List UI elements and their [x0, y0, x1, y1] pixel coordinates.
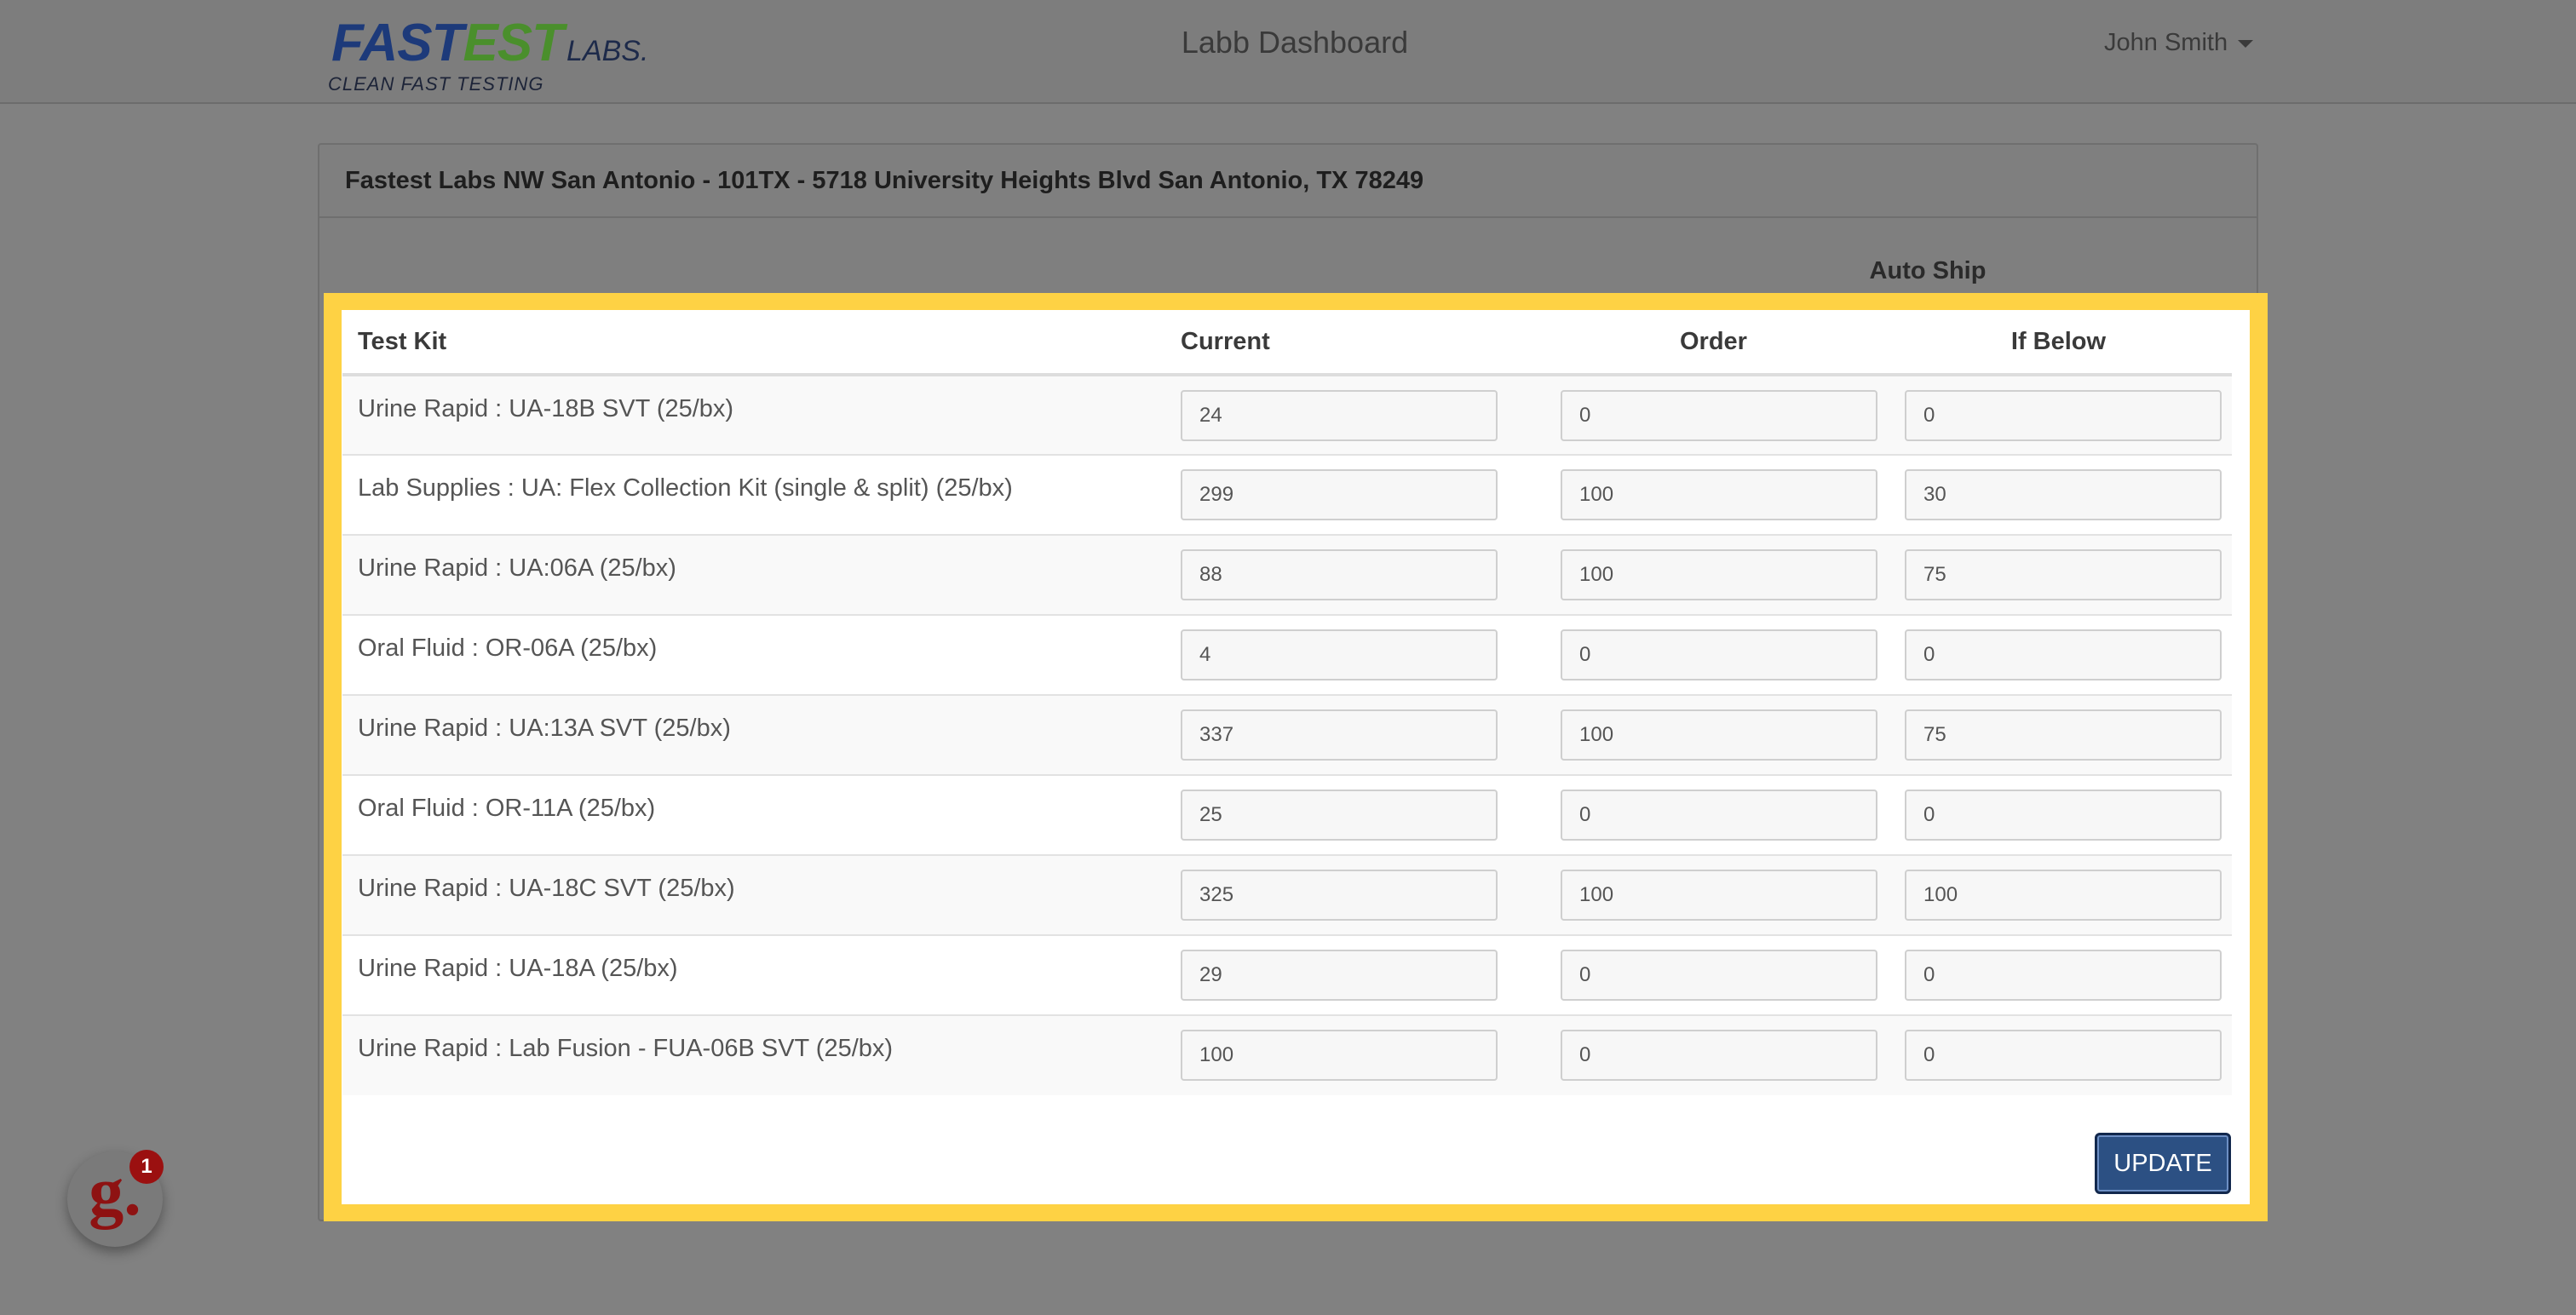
top-navbar: FASTEST LABS. CLEAN FAST TESTING Labb Das… — [0, 0, 2576, 104]
header-test-kit: Test Kit — [342, 310, 1165, 376]
table-header-row: Test Kit Current Order If Below — [342, 310, 2232, 376]
if-below-input[interactable] — [1905, 709, 2222, 761]
header-current: Current — [1165, 310, 1542, 376]
table-row: Urine Rapid : UA:06A (25/bx) — [342, 534, 2232, 615]
current-input[interactable] — [1181, 790, 1498, 841]
order-input[interactable] — [1561, 390, 1877, 441]
test-kit-name: Urine Rapid : UA-18B SVT (25/bx) — [342, 374, 1165, 455]
table-row: Urine Rapid : Lab Fusion - FUA-06B SVT (… — [342, 1014, 2232, 1095]
logo-labs: LABS. — [566, 35, 649, 67]
if-below-input[interactable] — [1905, 469, 2222, 520]
header-if-below: If Below — [1885, 310, 2232, 376]
if-below-input[interactable] — [1905, 790, 2222, 841]
logo-word-part1: FAST — [331, 14, 463, 72]
user-menu-dropdown[interactable]: John Smith — [2104, 24, 2254, 61]
user-name: John Smith — [2104, 29, 2228, 56]
current-input[interactable] — [1181, 870, 1498, 921]
current-input[interactable] — [1181, 629, 1498, 680]
test-kit-name: Lab Supplies : UA: Flex Collection Kit (… — [342, 454, 1165, 535]
help-chat-widget[interactable]: g. 1 — [67, 1150, 164, 1247]
location-heading: Fastest Labs NW San Antonio - 101TX - 57… — [319, 145, 2257, 218]
order-input[interactable] — [1561, 709, 1877, 761]
test-kit-name: Urine Rapid : UA:13A SVT (25/bx) — [342, 694, 1165, 775]
fastest-labs-logo[interactable]: FASTEST LABS. CLEAN FAST TESTING — [328, 14, 648, 95]
notification-badge: 1 — [129, 1150, 164, 1184]
current-input[interactable] — [1181, 950, 1498, 1001]
if-below-input[interactable] — [1905, 629, 2222, 680]
if-below-input[interactable] — [1905, 870, 2222, 921]
current-input[interactable] — [1181, 549, 1498, 600]
order-input[interactable] — [1561, 629, 1877, 680]
logo-word-part2: EST — [463, 14, 564, 72]
order-input[interactable] — [1561, 870, 1877, 921]
header-order: Order — [1542, 310, 1885, 376]
test-kit-name: Oral Fluid : OR-11A (25/bx) — [342, 774, 1165, 855]
if-below-input[interactable] — [1905, 549, 2222, 600]
table-row: Oral Fluid : OR-11A (25/bx) — [342, 774, 2232, 855]
order-input[interactable] — [1561, 1030, 1877, 1081]
order-input[interactable] — [1561, 950, 1877, 1001]
current-input[interactable] — [1181, 469, 1498, 520]
table-row: Urine Rapid : UA-18C SVT (25/bx) — [342, 854, 2232, 935]
caret-down-icon — [2238, 39, 2254, 48]
test-kit-name: Urine Rapid : UA-18A (25/bx) — [342, 934, 1165, 1015]
test-kit-table: Test Kit Current Order If Below Urine Ra… — [342, 310, 2232, 1095]
order-input[interactable] — [1561, 790, 1877, 841]
page-title: Labb Dashboard — [1181, 25, 1409, 60]
table-row: Oral Fluid : OR-06A (25/bx) — [342, 614, 2232, 695]
test-kit-name: Urine Rapid : UA:06A (25/bx) — [342, 534, 1165, 615]
table-row: Lab Supplies : UA: Flex Collection Kit (… — [342, 454, 2232, 535]
logo-tagline: CLEAN FAST TESTING — [328, 73, 544, 95]
table-row: Urine Rapid : UA-18A (25/bx) — [342, 934, 2232, 1015]
current-input[interactable] — [1181, 709, 1498, 761]
order-input[interactable] — [1561, 549, 1877, 600]
if-below-input[interactable] — [1905, 950, 2222, 1001]
if-below-input[interactable] — [1905, 390, 2222, 441]
current-input[interactable] — [1181, 1030, 1498, 1081]
test-kit-name: Oral Fluid : OR-06A (25/bx) — [342, 614, 1165, 695]
test-kit-name: Urine Rapid : Lab Fusion - FUA-06B SVT (… — [342, 1014, 1165, 1095]
table-row: Urine Rapid : UA-18B SVT (25/bx) — [342, 374, 2232, 455]
logo-wordmark: FASTEST LABS. — [331, 17, 648, 78]
auto-ship-label: Auto Ship — [1869, 257, 1987, 284]
order-input[interactable] — [1561, 469, 1877, 520]
test-kit-name: Urine Rapid : UA-18C SVT (25/bx) — [342, 854, 1165, 935]
update-button[interactable]: UPDATE — [2095, 1133, 2231, 1194]
current-input[interactable] — [1181, 390, 1498, 441]
table-row: Urine Rapid : UA:13A SVT (25/bx) — [342, 694, 2232, 775]
if-below-input[interactable] — [1905, 1030, 2222, 1081]
